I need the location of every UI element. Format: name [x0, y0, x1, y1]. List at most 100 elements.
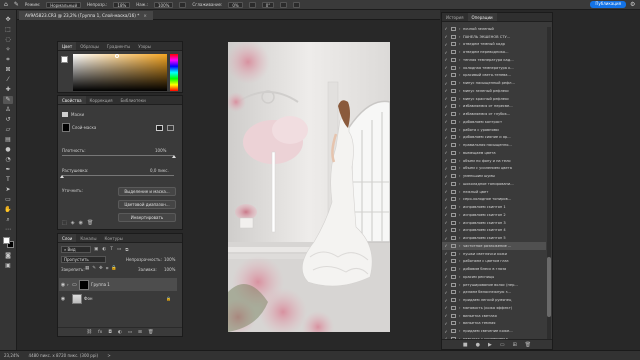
feather-slider-knob[interactable] — [60, 175, 64, 178]
action-row[interactable]: ✓ › вымещаем цвета — [442, 149, 546, 157]
tab-actions[interactable]: Операции — [467, 13, 497, 21]
pixel-filter-icon[interactable]: ▣ — [94, 247, 98, 253]
dodge-tool-icon[interactable]: ◔ — [3, 156, 13, 164]
checkmark-icon[interactable]: ✓ — [442, 127, 450, 132]
checkmark-icon[interactable]: ✓ — [442, 34, 450, 39]
action-row[interactable]: ✓ › минус насыщенный рефл... — [442, 79, 546, 87]
dialog-toggle-icon[interactable] — [451, 81, 456, 86]
dialog-toggle-icon[interactable] — [451, 112, 456, 117]
action-row[interactable]: ✓ › ПАНЕЛЬ ЭКШЕНОВ СТУ... — [442, 33, 546, 41]
checkmark-icon[interactable]: ✓ — [442, 305, 450, 310]
action-row[interactable]: ✓ › частотное разложение ... — [442, 242, 546, 250]
checkmark-icon[interactable]: ✓ — [442, 259, 450, 264]
pixel-mask-icon[interactable] — [156, 125, 163, 131]
checkmark-icon[interactable]: ✓ — [442, 181, 450, 186]
vector-mask-icon[interactable] — [167, 125, 174, 131]
density-slider[interactable] — [62, 155, 174, 156]
checkmark-icon[interactable]: ✓ — [442, 112, 450, 117]
tab-properties[interactable]: Свойства — [58, 96, 86, 104]
checkmark-icon[interactable]: ✓ — [442, 65, 450, 70]
new-set-icon[interactable]: ▭ — [500, 340, 505, 349]
checkmark-icon[interactable]: ✓ — [442, 57, 450, 62]
dialog-toggle-icon[interactable] — [451, 57, 456, 62]
checkmark-icon[interactable]: ✓ — [442, 73, 450, 78]
action-row[interactable]: ✓ › исправляем скинтон 1 — [442, 203, 546, 211]
link-icon[interactable]: ⛓ — [86, 328, 92, 336]
checkmark-icon[interactable]: ✓ — [442, 313, 450, 318]
visibility-eye-icon[interactable]: ◉ — [59, 296, 67, 302]
checkmark-icon[interactable]: ✓ — [442, 26, 450, 31]
symmetry-icon[interactable] — [293, 1, 301, 8]
action-row[interactable]: ✓ › красивый свето-тенева... — [442, 72, 546, 80]
checkmark-icon[interactable]: ✓ — [442, 228, 450, 233]
shape-filter-icon[interactable]: ▭ — [117, 247, 121, 253]
quick-mask-icon[interactable]: ◙ — [3, 252, 13, 260]
airbrush-icon[interactable] — [179, 1, 187, 8]
fg-bg-color-icon[interactable] — [61, 56, 71, 66]
dialog-toggle-icon[interactable] — [451, 236, 456, 241]
dialog-toggle-icon[interactable] — [451, 174, 456, 179]
mode-select[interactable]: Нормальный — [46, 1, 82, 8]
move-tool-icon[interactable]: ✥ — [3, 16, 13, 24]
document-tab[interactable]: AV9A5823.CR3 @ 23,2% (Группа 1, Слой-мас… — [19, 11, 153, 20]
dialog-toggle-icon[interactable] — [451, 259, 456, 264]
dialog-toggle-icon[interactable] — [451, 243, 456, 248]
checkmark-icon[interactable]: ✓ — [442, 236, 450, 241]
action-row[interactable]: ✓ › исправляем скинтон 3 — [442, 219, 546, 227]
color-range-button[interactable]: Цветовой диапазон... — [118, 200, 176, 209]
select-and-mask-button[interactable]: Выделение и маска... — [118, 187, 176, 196]
pressure-size-icon[interactable] — [280, 1, 288, 8]
dialog-toggle-icon[interactable] — [451, 119, 456, 124]
action-row[interactable]: ✓ › объем с усилением цвета — [442, 165, 546, 173]
tab-paths[interactable]: Контуры — [100, 234, 126, 242]
dialog-toggle-icon[interactable] — [451, 274, 456, 279]
action-row[interactable]: ✓ › шоколадное тонировани... — [442, 180, 546, 188]
disable-mask-icon[interactable]: ◉ — [79, 220, 83, 226]
checkmark-icon[interactable]: ✓ — [442, 119, 450, 124]
checkmark-icon[interactable]: ✓ — [442, 205, 450, 210]
checkmark-icon[interactable]: ✓ — [442, 329, 450, 334]
checkmark-icon[interactable]: ✓ — [442, 96, 450, 101]
action-row[interactable]: ✓ › придаем легкий румянец — [442, 296, 546, 304]
dialog-toggle-icon[interactable] — [451, 228, 456, 233]
home-icon[interactable]: ⌂ — [4, 1, 8, 8]
trash-icon[interactable]: 🗑 — [525, 340, 531, 349]
stop-icon[interactable]: ■ — [463, 340, 468, 349]
smoothing-settings-icon[interactable] — [248, 1, 256, 8]
action-row[interactable]: ✓ › добавляем сияние и яр... — [442, 134, 546, 142]
action-row[interactable]: ✓ › объем по фону и на тело — [442, 157, 546, 165]
lock-paint-icon[interactable]: ✎ — [92, 266, 96, 272]
history-brush-tool-icon[interactable]: ↺ — [3, 116, 13, 124]
add-mask-icon[interactable]: ◘ — [108, 328, 112, 336]
tab-swatches[interactable]: Образцы — [76, 42, 103, 50]
dialog-toggle-icon[interactable] — [451, 212, 456, 217]
tab-adjustments[interactable]: Коррекция — [86, 96, 117, 104]
layer-row-background[interactable]: ◉ Фон 🔒 — [59, 292, 177, 305]
zoom-level[interactable]: 23,24% — [4, 353, 19, 358]
brush-tool-icon[interactable]: ✎ — [3, 96, 13, 104]
tab-patterns[interactable]: Узоры — [134, 42, 155, 50]
density-value[interactable]: 100% — [155, 148, 166, 153]
hue-slider[interactable] — [170, 54, 178, 91]
gear-icon[interactable]: ⚙ — [630, 1, 637, 8]
action-row[interactable]: ✓ › холодная температура к... — [442, 64, 546, 72]
dialog-toggle-icon[interactable] — [451, 127, 456, 132]
fx-icon[interactable]: fx — [98, 328, 102, 336]
action-row[interactable]: ✓ › отведем переводнико... — [442, 48, 546, 56]
quick-select-tool-icon[interactable]: ✧ — [3, 46, 13, 54]
crop-tool-icon[interactable]: ⌗ — [3, 56, 13, 64]
smoothing-field[interactable]: 0% — [228, 1, 243, 8]
type-filter-icon[interactable]: T — [110, 247, 113, 253]
action-row[interactable]: ✓ › придаем свечение коже... — [442, 327, 546, 335]
checkmark-icon[interactable]: ✓ — [442, 274, 450, 279]
new-action-icon[interactable]: ⊞ — [513, 340, 517, 349]
gradient-tool-icon[interactable]: ▤ — [3, 136, 13, 144]
layer-mask-thumbnail[interactable] — [79, 279, 89, 290]
checkmark-icon[interactable]: ✓ — [442, 135, 450, 140]
rectangle-tool-icon[interactable]: ▭ — [3, 196, 13, 204]
brush-preset-icon[interactable]: ✎ — [14, 1, 19, 8]
dialog-toggle-icon[interactable] — [451, 181, 456, 186]
dialog-toggle-icon[interactable] — [451, 150, 456, 155]
tab-gradients[interactable]: Градиенты — [103, 42, 134, 50]
dialog-toggle-icon[interactable] — [451, 267, 456, 272]
